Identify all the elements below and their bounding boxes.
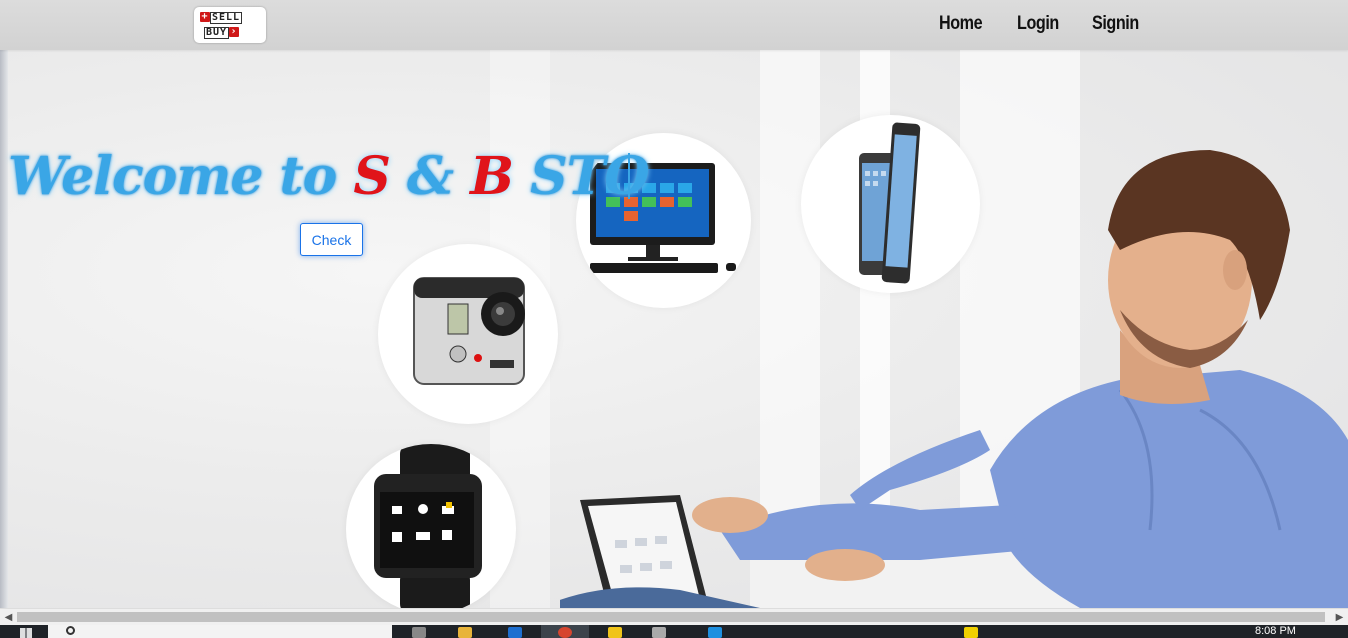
logo-plus-icon: + — [200, 11, 210, 22]
nav-signin-link[interactable]: Signin — [1092, 13, 1139, 35]
welcome-headline: Welcome to S & B STO — [8, 146, 650, 207]
smartphone-icon — [859, 122, 921, 284]
top-navbar: + SELL BUY › Home Login Signin — [0, 0, 1348, 50]
smartwatch-product-circle[interactable] — [346, 444, 516, 608]
logo-line-sell: + SELL — [200, 11, 243, 24]
headline-prefix-text: Welcome to — [8, 146, 354, 207]
file-explorer-icon[interactable] — [458, 627, 472, 638]
scroll-left-arrow-icon[interactable]: ◀ — [0, 609, 17, 626]
check-button[interactable]: Check — [300, 223, 363, 256]
headline-s-letter: S — [353, 146, 391, 207]
search-icon — [66, 626, 75, 635]
app-icon[interactable] — [652, 627, 666, 638]
action-camera-product-circle[interactable] — [378, 244, 558, 424]
taskbar-clock[interactable]: 8:08 PM — [1255, 626, 1296, 637]
action-camera-icon — [413, 277, 525, 385]
horizontal-scrollbar[interactable]: ◀ ▶ — [0, 608, 1348, 625]
windows-start-icon[interactable] — [20, 628, 32, 638]
logo-sell-text: SELL — [210, 12, 243, 24]
task-view-icon[interactable] — [412, 627, 426, 638]
scrollbar-thumb[interactable] — [17, 612, 1325, 622]
logo-line-buy: BUY › — [204, 26, 240, 39]
hero-edge — [0, 50, 8, 608]
smartwatch-icon — [374, 444, 482, 608]
chrome-browser-icon[interactable] — [558, 627, 572, 638]
edge-browser-icon[interactable] — [508, 627, 522, 638]
sell-buy-logo[interactable]: + SELL BUY › — [194, 7, 266, 43]
scroll-right-arrow-icon[interactable]: ▶ — [1331, 609, 1348, 626]
app-icon[interactable] — [708, 627, 722, 638]
nav-home-link[interactable]: Home — [939, 13, 983, 35]
logo-buy-text: BUY — [204, 27, 230, 39]
headline-b-letter: B — [470, 146, 514, 207]
hero-banner: Welcome to S & B STO Check — [0, 50, 1348, 608]
smartphone-product-circle[interactable] — [801, 115, 980, 293]
notification-icon[interactable] — [964, 627, 978, 638]
headline-ampersand: & — [389, 146, 471, 207]
nav-login-link[interactable]: Login — [1017, 13, 1059, 35]
taskbar-search-box[interactable] — [48, 625, 392, 638]
typing-cursor — [628, 153, 630, 199]
os-taskbar: 8:08 PM — [0, 625, 1348, 638]
logo-arrow-icon: › — [229, 26, 240, 37]
app-icon[interactable] — [608, 627, 622, 638]
